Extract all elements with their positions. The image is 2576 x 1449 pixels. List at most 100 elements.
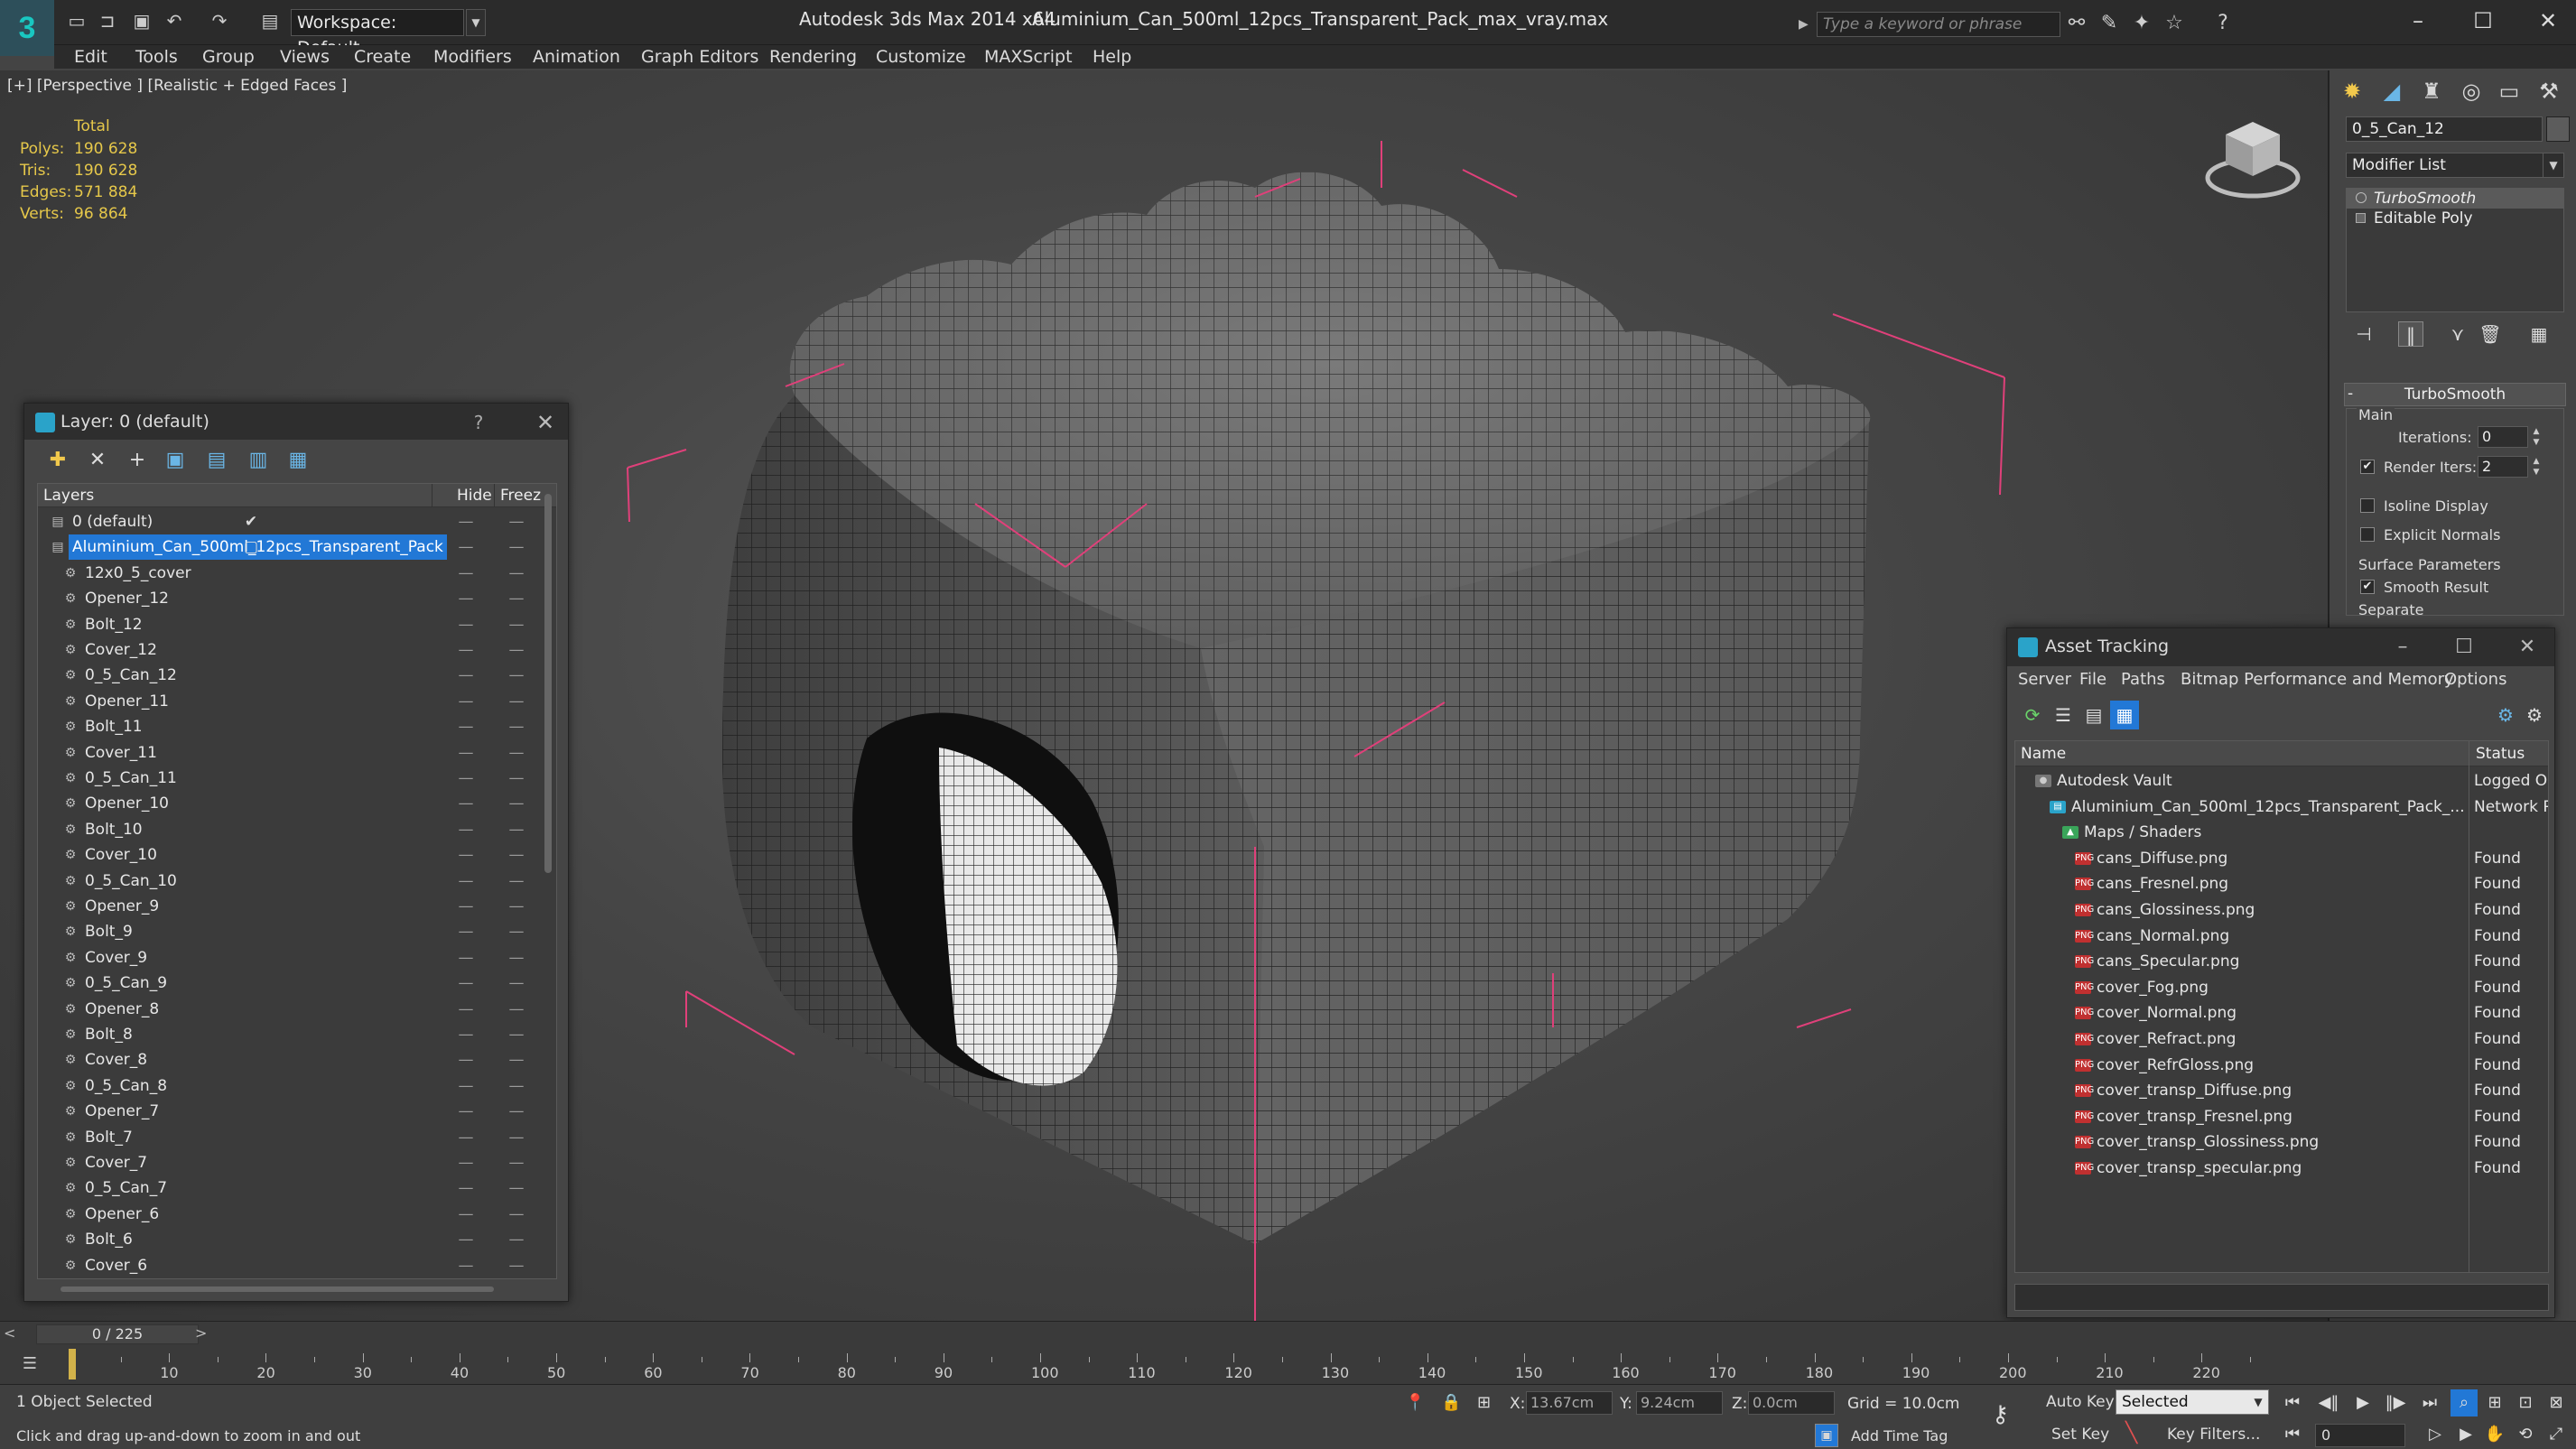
remove-modifier-icon[interactable]: 🗑 [2478, 321, 2503, 347]
minimize-button[interactable]: – [2377, 634, 2428, 661]
hide-toggle[interactable]: — [457, 1073, 475, 1099]
freeze-toggle[interactable]: — [507, 714, 525, 739]
add-time-tag-button[interactable]: Add Time Tag [1851, 1427, 1948, 1444]
layer-row[interactable]: ⚙ Cover_10 — — [38, 842, 544, 868]
asset-row[interactable]: PNG cover_RefrGloss.png Found [2015, 1053, 2548, 1079]
layer-row[interactable]: ▤ 0 (default) ✔ — — [38, 509, 544, 534]
time-config-icon[interactable]: ▷ [2422, 1422, 2449, 1447]
communication-icon[interactable]: ✦ [2129, 11, 2154, 36]
absolute-mode-icon[interactable]: ⊞ [1477, 1393, 1491, 1412]
menu-customize[interactable]: Customize [876, 45, 966, 69]
menu-views[interactable]: Views [280, 45, 330, 69]
viewport-label[interactable]: [+] [Perspective ] [Realistic + Edged Fa… [7, 77, 347, 95]
hide-toggle[interactable]: — [457, 971, 475, 996]
hide-toggle[interactable]: — [457, 1047, 475, 1073]
freeze-toggle[interactable]: — [507, 997, 525, 1022]
maximize-viewport-icon[interactable]: ⤢ [2543, 1422, 2570, 1447]
freeze-toggle[interactable]: — [507, 1202, 525, 1227]
freeze-toggle[interactable]: — [507, 919, 525, 944]
set-key-icon[interactable]: ╲ [2125, 1422, 2137, 1444]
subscription-icon[interactable]: ✎ [2097, 11, 2122, 36]
hide-toggle[interactable]: — [457, 561, 475, 586]
time-next-button[interactable]: > [195, 1324, 207, 1342]
hide-toggle[interactable]: — [457, 689, 475, 714]
save-icon[interactable]: ▣ [130, 9, 153, 33]
freeze-all-layers-icon[interactable]: ▦ [283, 445, 313, 476]
spinner-arrows-icon[interactable]: ▲ ▼ [2530, 426, 2543, 448]
layer-row[interactable]: ⚙ Cover_6 — — [38, 1253, 544, 1278]
layer-row[interactable]: ⚙ 0_5_Can_11 — — [38, 766, 544, 791]
chevron-down-icon[interactable]: ▼ [2248, 1389, 2268, 1415]
freeze-toggle[interactable]: — [507, 561, 525, 586]
menu-graph-editors[interactable]: Graph Editors [641, 45, 758, 69]
column-status[interactable]: Status [2476, 741, 2525, 766]
asset-menu-server[interactable]: Server [2018, 666, 2071, 693]
layer-row[interactable]: ⚙ Bolt_7 — — [38, 1125, 544, 1150]
freeze-toggle[interactable]: — [507, 740, 525, 766]
list-view-icon[interactable]: ☰ [2049, 701, 2078, 729]
create-tab-icon[interactable]: ✹ [2337, 76, 2367, 107]
layer-row[interactable]: ⚙ 0_5_Can_7 — — [38, 1175, 544, 1201]
chevron-down-icon[interactable]: ▼ [2543, 153, 2564, 178]
time-slider[interactable] [0, 1321, 2576, 1348]
asset-row[interactable]: ● Autodesk Vault Logged Ou [2015, 768, 2548, 794]
asset-menu-file[interactable]: File [2079, 666, 2106, 693]
selection-lock-icon[interactable]: 🔒 [1441, 1393, 1461, 1412]
asset-row[interactable]: PNG cans_Normal.png Found [2015, 924, 2548, 950]
layer-row[interactable]: ⚙ Bolt_6 — — [38, 1227, 544, 1252]
viewcube-icon[interactable] [2203, 113, 2302, 203]
object-name-field[interactable]: 0_5_Can_12 [2346, 116, 2543, 142]
search-input[interactable]: Type a keyword or phrase [1817, 12, 2060, 37]
hide-toggle[interactable]: — [457, 1022, 475, 1047]
freeze-toggle[interactable]: — [507, 868, 525, 894]
current-frame-marker[interactable] [69, 1349, 76, 1379]
layer-row[interactable]: ⚙ Cover_7 — — [38, 1150, 544, 1175]
freeze-toggle[interactable]: — [507, 1227, 525, 1252]
layer-row[interactable]: ⚙ Bolt_8 — — [38, 1022, 544, 1047]
layer-row[interactable]: ⚙ Cover_8 — — [38, 1047, 544, 1073]
configure-modifier-sets-icon[interactable]: ▦ [2526, 321, 2552, 347]
current-frame-field[interactable]: 0 [2315, 1424, 2405, 1447]
hide-toggle[interactable]: — [457, 1227, 475, 1252]
hide-toggle[interactable]: — [457, 612, 475, 637]
maximize-button[interactable]: ☐ [2458, 5, 2508, 36]
auto-key-button[interactable]: Auto Key [2046, 1393, 2115, 1411]
zoom-icon[interactable]: ⌕ [2450, 1389, 2478, 1416]
freeze-toggle[interactable]: — [507, 1022, 525, 1047]
show-end-result-icon[interactable]: ‖ [2398, 321, 2423, 347]
layer-row[interactable]: ⚙ Opener_10 — — [38, 791, 544, 816]
key-mode-icon[interactable]: ⏮ [2279, 1422, 2306, 1447]
hide-all-layers-icon[interactable]: ▥ [243, 445, 274, 476]
turbosmooth-rollout[interactable]: TurboSmooth [2344, 383, 2566, 406]
previous-frame-icon[interactable]: ◀‖ [2315, 1389, 2342, 1416]
frame-ruler[interactable]: 10 20 30 40 50 60 70 80 90 100 110 120 130 140 150 160 1… [72, 1348, 2257, 1384]
minimize-button[interactable]: – [2393, 5, 2443, 36]
z-coordinate-field[interactable]: 0.0cm [1748, 1391, 1835, 1415]
active-layer-checkmark[interactable]: ✔ [242, 509, 260, 534]
freeze-toggle[interactable]: — [507, 586, 525, 611]
isolate-selection-icon[interactable]: 📍 [1405, 1393, 1425, 1412]
explicit-normals-checkbox[interactable] [2360, 527, 2375, 542]
layer-row[interactable]: ⚙ Opener_7 — — [38, 1099, 544, 1124]
render-iters-checkbox[interactable]: ✔ [2360, 460, 2375, 474]
freeze-toggle[interactable]: — [507, 1099, 525, 1124]
asset-row[interactable]: ▲ Maps / Shaders [2015, 820, 2548, 846]
asset-row[interactable]: PNG cover_transp_Diffuse.png Found [2015, 1078, 2548, 1104]
zoom-extents-icon[interactable]: ⊡ [2512, 1389, 2539, 1416]
freeze-toggle[interactable]: — [507, 971, 525, 996]
stack-item-turbosmooth[interactable]: TurboSmooth [2347, 189, 2563, 209]
hide-toggle[interactable]: — [457, 714, 475, 739]
asset-menu-options[interactable]: Options [2444, 666, 2506, 693]
freeze-toggle[interactable]: — [507, 1150, 525, 1175]
render-iters-spinner[interactable]: 2 [2478, 456, 2528, 478]
column-name[interactable]: Name [2021, 741, 2066, 766]
layer-row[interactable]: ⚙ Cover_9 — — [38, 945, 544, 971]
column-freeze[interactable]: Freez [500, 484, 541, 507]
layer-row[interactable]: ⚙ Cover_12 — — [38, 637, 544, 663]
asset-row[interactable]: PNG cover_Fog.png Found [2015, 975, 2548, 1001]
close-icon[interactable]: ✕ [2502, 634, 2553, 661]
asset-row[interactable]: ▤ Aluminium_Can_500ml_12pcs_Transparent_P… [2015, 794, 2548, 821]
hierarchy-tab-icon[interactable]: ♜ [2416, 76, 2447, 107]
hide-toggle[interactable]: — [457, 1125, 475, 1150]
rollout-collapse-icon[interactable]: - [2348, 383, 2360, 406]
